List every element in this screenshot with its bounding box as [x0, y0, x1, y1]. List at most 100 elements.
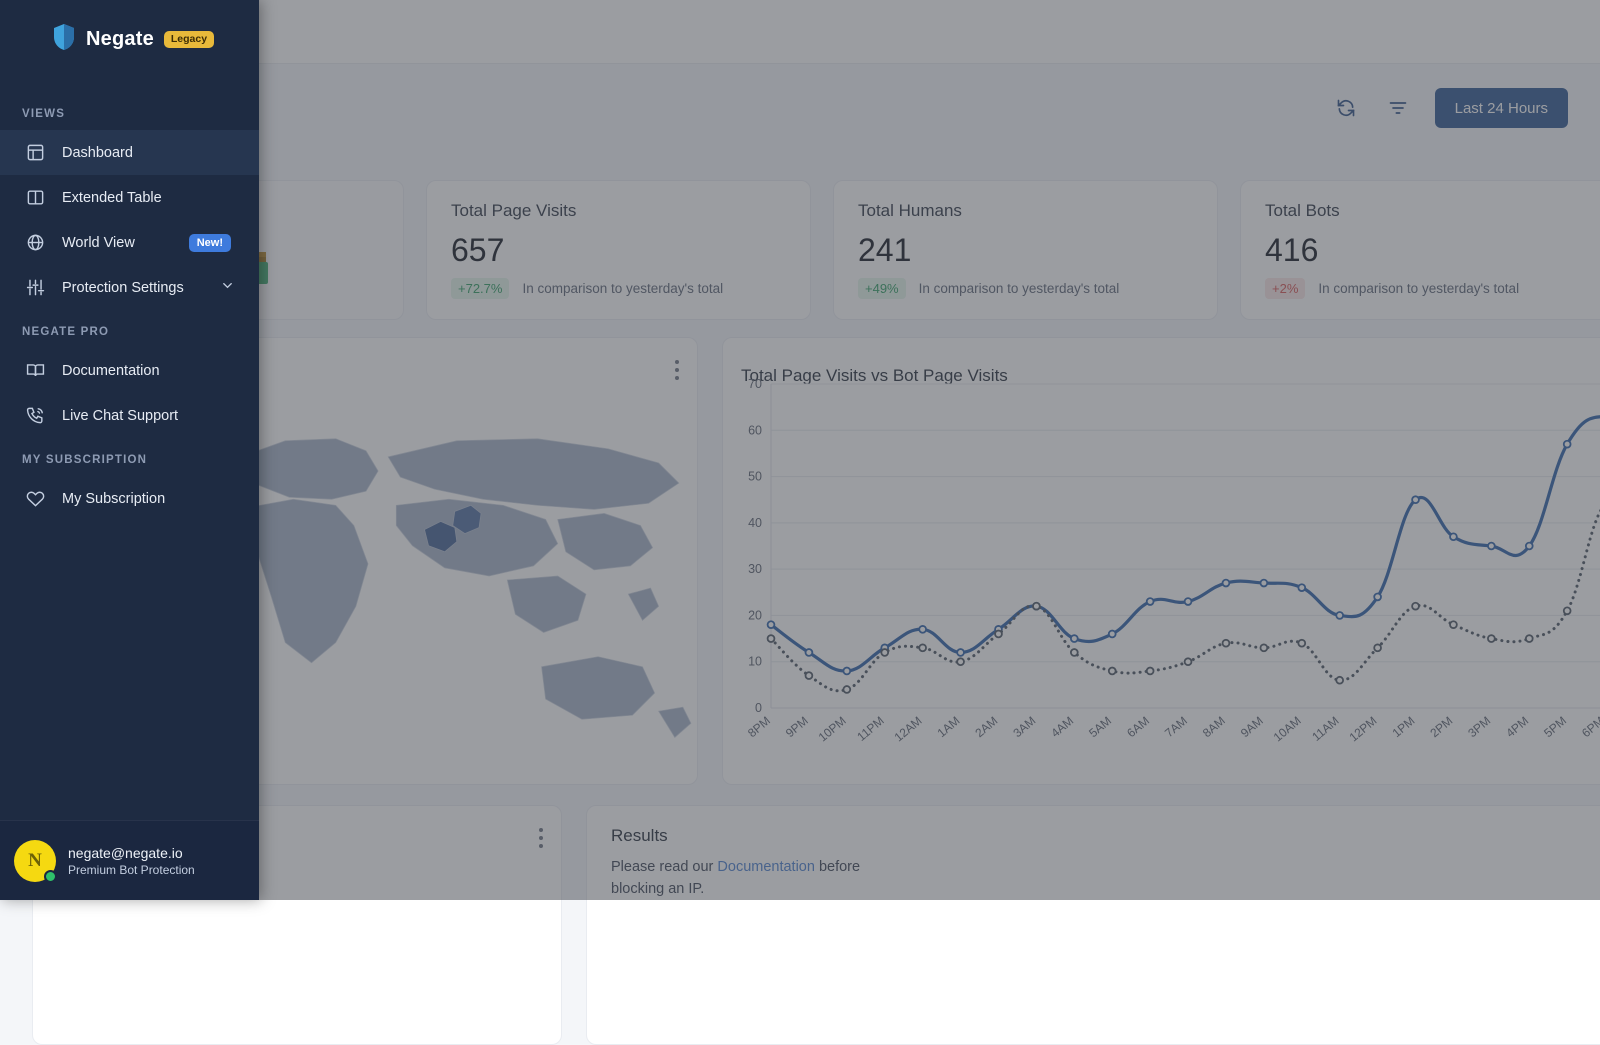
columns-icon: [24, 187, 46, 209]
stat-value: 241: [858, 234, 1193, 266]
time-range-label: Last 24 Hours: [1455, 100, 1548, 117]
sidebar-section-my-subscription: MY SUBSCRIPTION: [0, 438, 259, 476]
svg-text:5AM: 5AM: [1086, 714, 1114, 741]
svg-text:12PM: 12PM: [1347, 714, 1380, 745]
new-badge: New!: [189, 234, 231, 252]
results-title: Results: [611, 826, 1600, 846]
svg-text:8AM: 8AM: [1200, 714, 1228, 741]
bottom-row: Results Please read our Documentation be…: [32, 805, 1600, 1045]
svg-text:11AM: 11AM: [1309, 714, 1341, 744]
refresh-icon[interactable]: [1331, 93, 1361, 123]
stat-value: 416: [1265, 234, 1600, 266]
svg-text:60: 60: [748, 423, 762, 437]
sidebar-item-label: Extended Table: [62, 190, 162, 206]
stat-note: In comparison to yesterday's total: [522, 281, 723, 296]
svg-text:20: 20: [748, 608, 762, 622]
svg-text:4PM: 4PM: [1503, 714, 1531, 741]
shield-icon: [52, 23, 76, 56]
sidebar-item-live-chat-support[interactable]: Live Chat Support: [0, 393, 259, 438]
avatar: N: [14, 840, 56, 882]
svg-text:3PM: 3PM: [1465, 714, 1493, 741]
svg-text:4AM: 4AM: [1048, 714, 1076, 741]
stat-card: Total Page Visits 657 +72.7% In comparis…: [426, 180, 811, 320]
svg-text:1PM: 1PM: [1390, 714, 1418, 741]
more-vertical-icon[interactable]: [539, 828, 543, 848]
svg-text:70: 70: [748, 377, 762, 391]
stat-footer: +2% In comparison to yesterday's total: [1265, 278, 1600, 299]
stat-card: Total Humans 241 +49% In comparison to y…: [833, 180, 1218, 320]
chevron-down-icon[interactable]: [220, 278, 235, 297]
svg-text:8PM: 8PM: [745, 714, 773, 741]
page-header: Dashboard Last 24 Hours: [32, 82, 1568, 134]
svg-text:5PM: 5PM: [1541, 714, 1569, 741]
globe-icon: [24, 232, 46, 254]
svg-text:10: 10: [748, 655, 762, 669]
time-range-button[interactable]: Last 24 Hours: [1435, 88, 1568, 128]
user-email: negate@negate.io: [68, 845, 195, 861]
brand[interactable]: Negate Legacy: [0, 0, 259, 78]
sidebar-item-my-subscription[interactable]: My Subscription: [0, 476, 259, 521]
book-open-icon: [24, 360, 46, 382]
svg-text:50: 50: [748, 470, 762, 484]
avatar-initial: N: [28, 850, 42, 872]
stat-delta-badge: +72.7%: [451, 278, 509, 299]
svg-text:7AM: 7AM: [1162, 714, 1190, 741]
sidebar-item-label: Live Chat Support: [62, 408, 178, 424]
sidebar-section-views: VIEWS: [0, 92, 259, 130]
stat-title: Total Humans: [858, 201, 1193, 221]
stat-note: In comparison to yesterday's total: [919, 281, 1120, 296]
stat-card: Total Bots 416 +2% In comparison to yest…: [1240, 180, 1600, 320]
visits-chart-panel: Total Page Visits vs Bot Page Visits 010…: [722, 337, 1600, 785]
middle-row: Total Page Visits vs Bot Page Visits 010…: [32, 337, 1600, 785]
layout-dashboard-icon: [24, 142, 46, 164]
user-info: negate@negate.io Premium Bot Protection: [68, 845, 195, 877]
sidebar-item-world-view[interactable]: World View New!: [0, 220, 259, 265]
stat-value: 657: [451, 234, 786, 266]
svg-text:2AM: 2AM: [972, 714, 1000, 741]
stat-cards-row: $ $ Total Page Visits 657 +72.7% In comp…: [32, 180, 1600, 320]
sidebar-nav: VIEWS Dashboard Extended Table: [0, 78, 259, 820]
svg-text:6PM: 6PM: [1579, 714, 1600, 741]
sliders-icon: [24, 277, 46, 299]
stat-title: Total Page Visits: [451, 201, 786, 221]
phone-call-icon: [24, 405, 46, 427]
sidebar-section-negate-pro: NEGATE PRO: [0, 310, 259, 348]
results-text: Please read our Documentation before blo…: [611, 856, 861, 901]
sidebar-item-label: My Subscription: [62, 491, 165, 507]
svg-text:30: 30: [748, 562, 762, 576]
sidebar-item-protection-settings[interactable]: Protection Settings: [0, 265, 259, 310]
sidebar-item-label: Protection Settings: [62, 280, 184, 296]
user-plan: Premium Bot Protection: [68, 863, 195, 877]
sidebar-user-box[interactable]: N negate@negate.io Premium Bot Protectio…: [0, 820, 259, 900]
sidebar-item-dashboard[interactable]: Dashboard: [0, 130, 259, 175]
svg-text:1AM: 1AM: [935, 714, 963, 741]
stat-title: Total Bots: [1265, 201, 1600, 221]
stat-delta-badge: +49%: [858, 278, 906, 299]
svg-text:10PM: 10PM: [816, 714, 849, 745]
sidebar-item-extended-table[interactable]: Extended Table: [0, 175, 259, 220]
legacy-badge: Legacy: [164, 31, 214, 48]
svg-text:12AM: 12AM: [892, 714, 925, 745]
results-text-before: Please read our: [611, 859, 717, 875]
stat-footer: +72.7% In comparison to yesterday's tota…: [451, 278, 786, 299]
line-chart: 0102030405060708PM9PM10PM11PM12AM1AM2AM3…: [723, 366, 1600, 786]
results-panel: Results Please read our Documentation be…: [586, 805, 1600, 1045]
svg-text:6AM: 6AM: [1124, 714, 1152, 741]
svg-text:9PM: 9PM: [783, 714, 811, 741]
sidebar-item-label: World View: [62, 235, 135, 251]
svg-text:9AM: 9AM: [1238, 714, 1266, 741]
heart-icon: [24, 488, 46, 510]
svg-text:40: 40: [748, 516, 762, 530]
sidebar-item-label: Documentation: [62, 363, 160, 379]
svg-text:2PM: 2PM: [1427, 714, 1455, 741]
filter-icon[interactable]: [1383, 93, 1413, 123]
documentation-link[interactable]: Documentation: [717, 859, 815, 875]
stat-delta-badge: +2%: [1265, 278, 1305, 299]
brand-name: Negate: [86, 28, 154, 51]
svg-text:0: 0: [755, 701, 762, 715]
sidebar-item-documentation[interactable]: Documentation: [0, 348, 259, 393]
header-actions: Last 24 Hours: [1331, 88, 1568, 128]
svg-text:10AM: 10AM: [1271, 714, 1304, 745]
online-status-dot: [44, 870, 57, 883]
svg-text:3AM: 3AM: [1010, 714, 1038, 741]
